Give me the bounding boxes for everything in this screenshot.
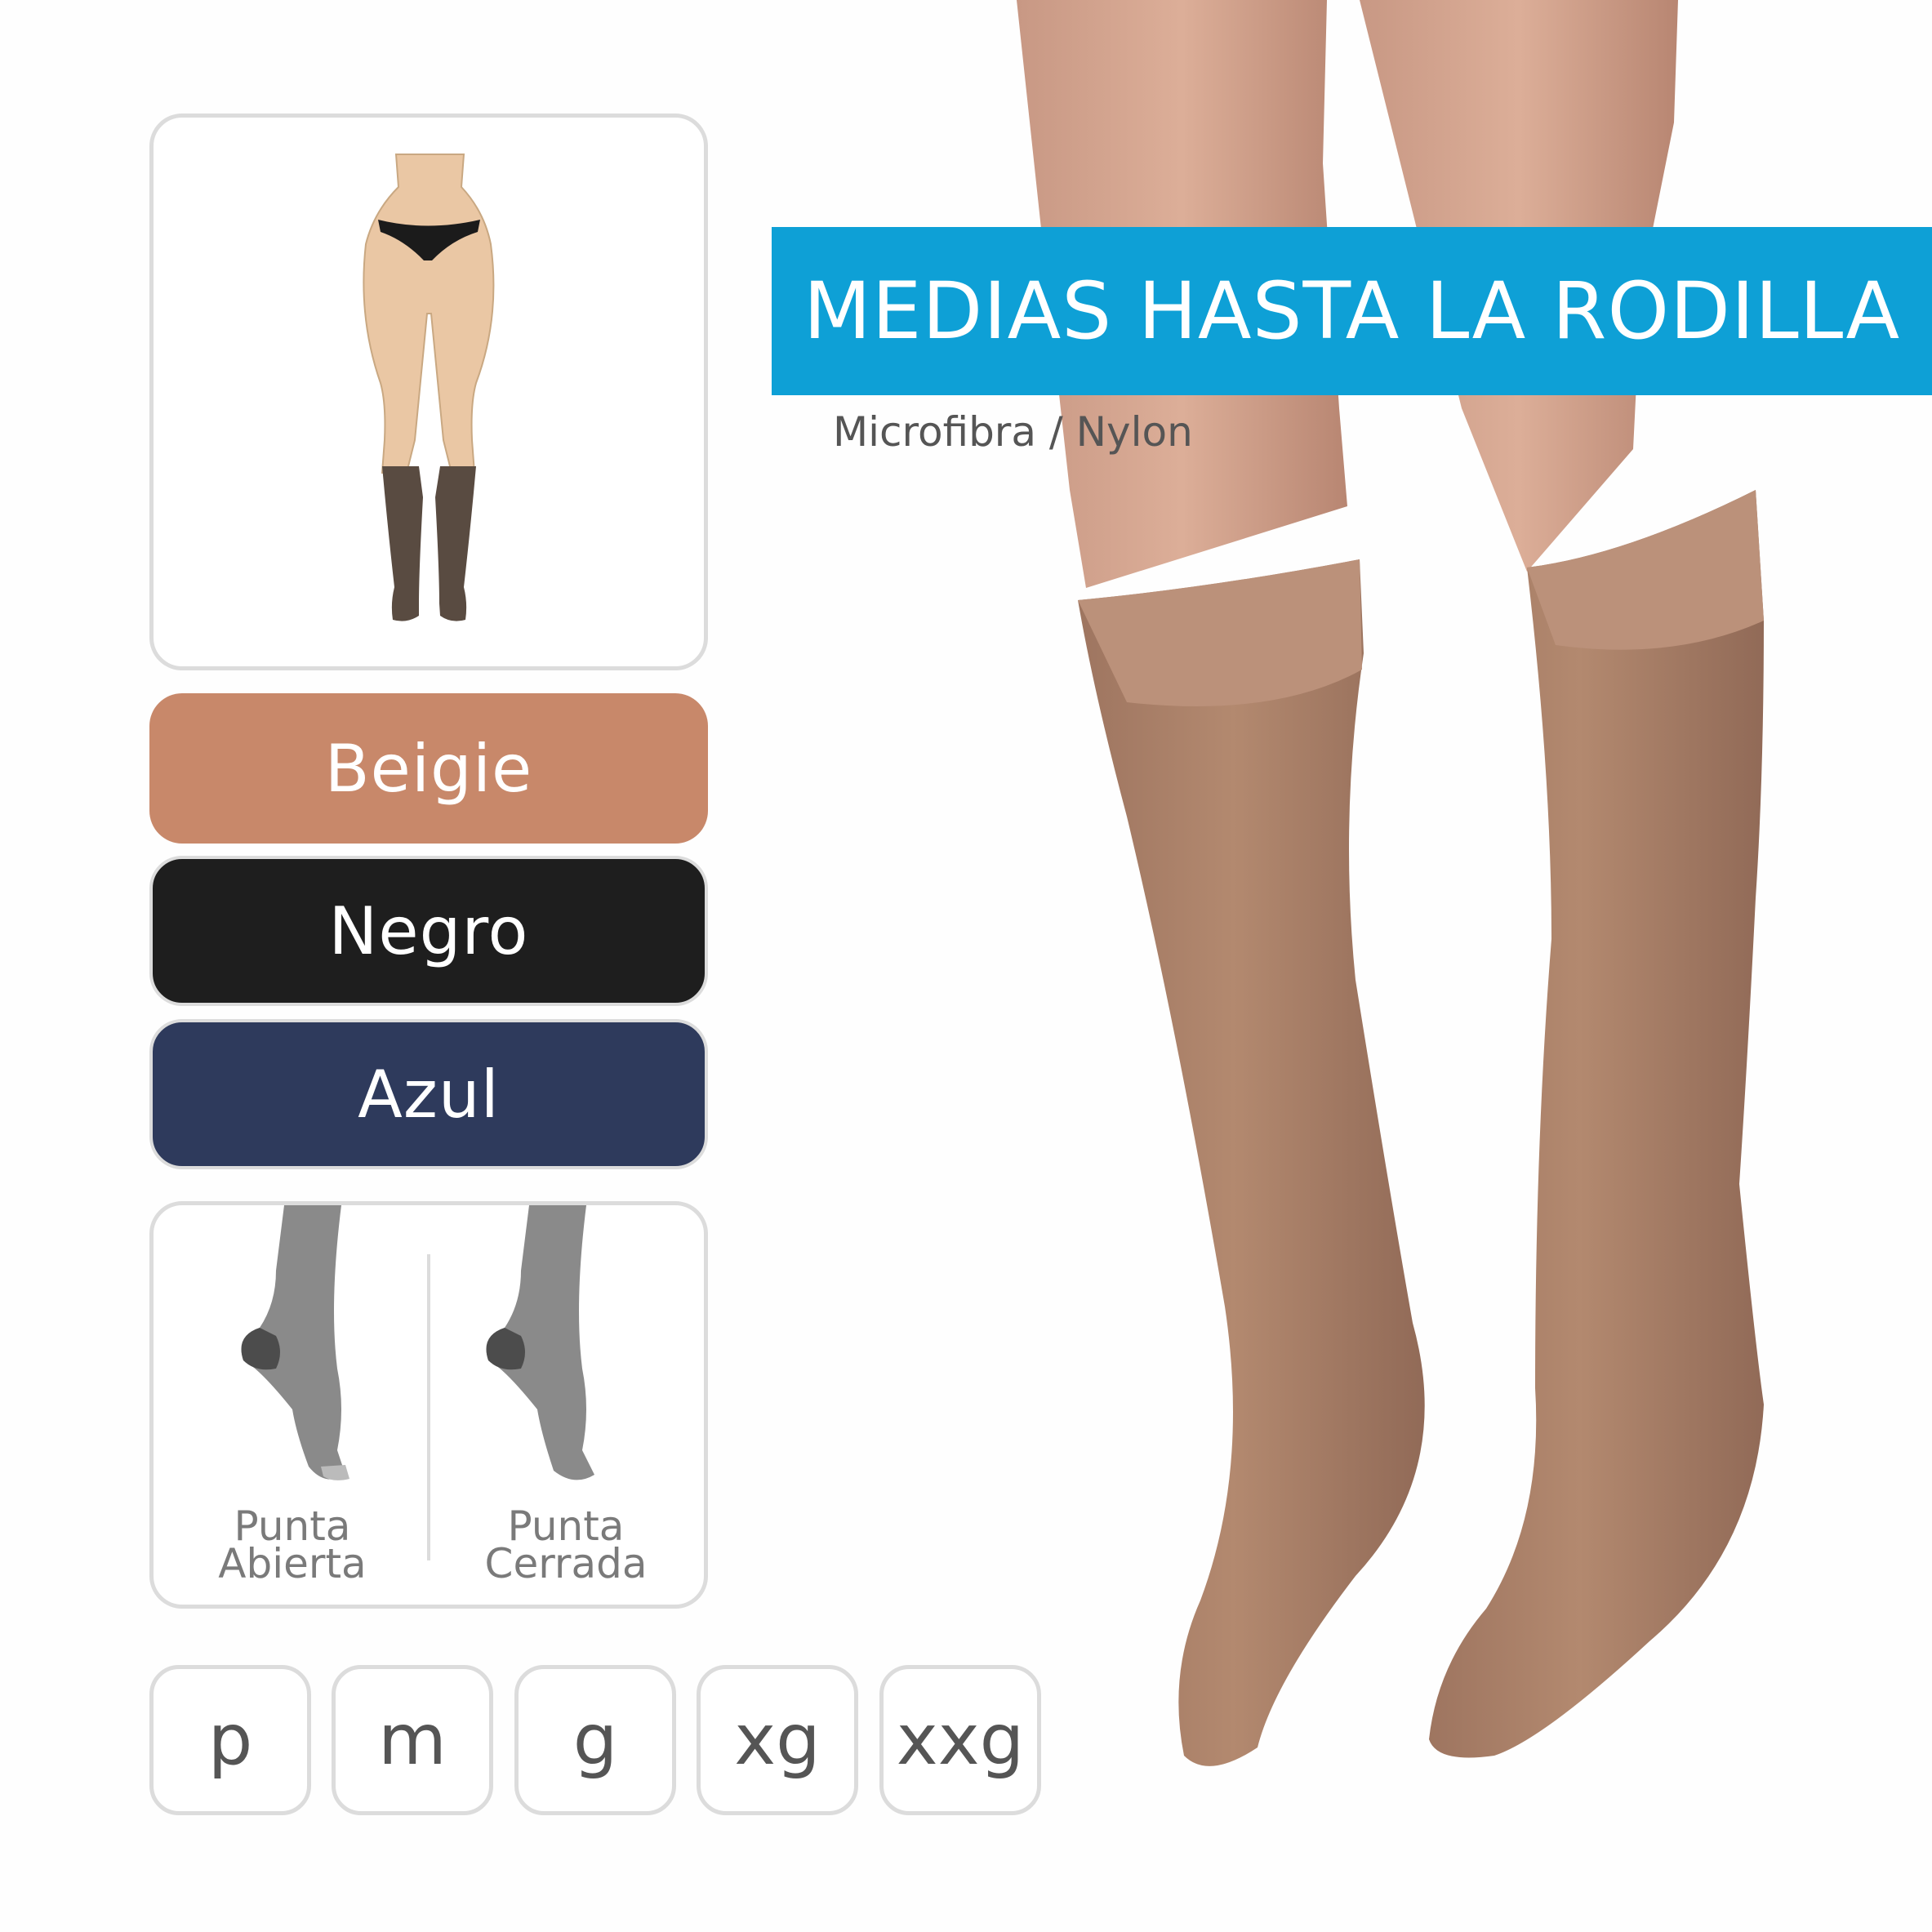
color-label: Azul <box>358 1056 500 1133</box>
toe-options-panel: Punta Abierta Punta Cerrada <box>149 1201 708 1609</box>
size-button-p[interactable]: p <box>149 1665 311 1815</box>
knee-high-stocking-figure-icon <box>363 154 495 621</box>
color-option-beige[interactable]: Beigie <box>149 693 708 844</box>
color-label: Beigie <box>324 730 533 807</box>
title-banner: MEDIAS HASTA LA RODILLA <box>772 227 1932 395</box>
toe-option-closed[interactable]: Punta Cerrada <box>431 1205 705 1605</box>
toe-option-open[interactable]: Punta Abierta <box>154 1205 427 1605</box>
size-button-xg[interactable]: xg <box>697 1665 858 1815</box>
color-label: Negro <box>328 893 529 969</box>
style-figure-panel <box>149 114 708 670</box>
color-option-black[interactable]: Negro <box>149 856 708 1006</box>
size-button-m[interactable]: m <box>332 1665 493 1815</box>
size-button-g[interactable]: g <box>514 1665 676 1815</box>
closed-toe-sock-icon <box>486 1205 594 1480</box>
open-toe-sock-icon <box>241 1205 349 1480</box>
size-button-xxg[interactable]: xxg <box>879 1665 1041 1815</box>
color-option-blue[interactable]: Azul <box>149 1019 708 1169</box>
material-subtitle: Microfibra / Nylon <box>833 408 1193 456</box>
toe-option-label: Punta Cerrada <box>484 1502 648 1587</box>
divider <box>427 1254 430 1560</box>
page-title: MEDIAS HASTA LA RODILLA <box>803 265 1901 357</box>
toe-option-label: Punta Abierta <box>218 1502 367 1587</box>
